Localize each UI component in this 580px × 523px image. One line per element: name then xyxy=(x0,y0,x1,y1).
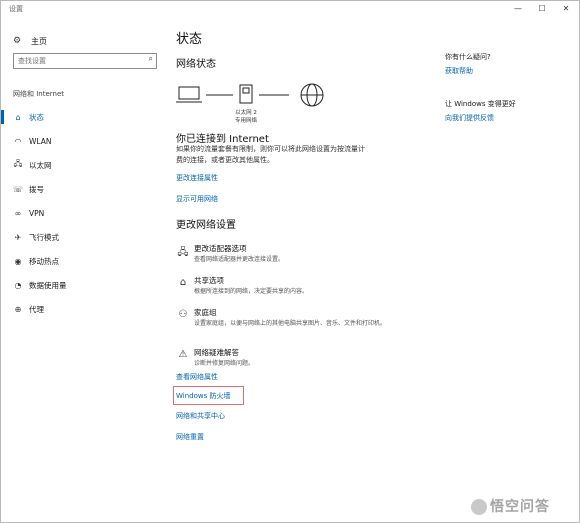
settings-window: 设置 — ☐ ✕ ⚙ 主页 ⌕ 网络和 Internet ⌂ 状态 ◠ WLAN… xyxy=(0,0,580,523)
sidebar-item-ethernet[interactable]: 🖧 以太网 xyxy=(11,153,167,177)
network-status-heading: 网络状态 xyxy=(176,59,216,70)
sidebar-item-label: WLAN xyxy=(29,136,52,146)
network-profile: 专用网络 xyxy=(235,116,258,124)
internet-globe-icon xyxy=(300,83,324,107)
window-title: 设置 xyxy=(9,5,23,13)
sidebar-item-vpn[interactable]: ∞ VPN xyxy=(11,201,167,225)
connected-desc-line1: 如果你的流量套餐有限制，则你可以将此网络设置为按流量计 xyxy=(176,145,365,153)
sidebar-home-label: 主页 xyxy=(31,36,47,46)
sidebar-item-wlan[interactable]: ◠ WLAN xyxy=(11,129,167,153)
computer-icon xyxy=(176,86,202,103)
option-desc: 设置家庭组，以便与网络上的其他电脑共享图片、音乐、文件和打印机。 xyxy=(194,320,387,327)
sidebar-item-label: VPN xyxy=(29,208,45,218)
sidebar-item-label: 状态 xyxy=(29,112,44,122)
network-diagram: 以太网 2 专用网络 xyxy=(176,83,324,124)
adapter-name: 以太网 2 xyxy=(235,108,257,116)
wifi-icon: ◠ xyxy=(14,136,22,146)
ethernet-adapter-icon xyxy=(239,84,253,104)
option-desc: 诊断并修复网络问题。 xyxy=(194,360,255,367)
get-help-link[interactable]: 获取帮助 xyxy=(445,66,473,76)
watermark-logo-icon xyxy=(471,499,487,515)
view-network-properties-link[interactable]: 查看网络属性 xyxy=(176,372,218,382)
sidebar-item-airplane[interactable]: ✈ 飞行模式 xyxy=(11,225,167,249)
sidebar-item-dialup[interactable]: ☏ 拨号 xyxy=(11,177,167,201)
airplane-icon: ✈ xyxy=(14,232,22,242)
search-input[interactable] xyxy=(18,55,136,66)
feedback-question: 让 Windows 变得更好 xyxy=(445,100,516,108)
option-title: 共享选项 xyxy=(194,276,224,285)
data-usage-icon: ◔ xyxy=(14,280,22,290)
sidebar-item-data-usage[interactable]: ◔ 数据使用量 xyxy=(11,273,167,297)
home-status-icon: ⌂ xyxy=(15,112,21,122)
close-button[interactable]: ✕ xyxy=(555,1,577,17)
option-adapter[interactable]: 🖧 更改适配器选项 查看网络适配器并更改连接设置。 xyxy=(176,243,436,273)
sidebar-item-label: 移动热点 xyxy=(29,256,59,266)
hotspot-icon: ◉ xyxy=(14,256,22,266)
adapter-icon: 🖧 xyxy=(177,247,189,258)
network-reset-link[interactable]: 网络重置 xyxy=(176,432,204,442)
change-settings-heading: 更改网络设置 xyxy=(176,220,236,231)
warning-icon: ⚠ xyxy=(178,349,188,360)
sidebar-item-hotspot[interactable]: ◉ 移动热点 xyxy=(11,249,167,273)
sidebar-section-label: 网络和 Internet xyxy=(13,90,65,98)
help-question: 你有什么疑问? xyxy=(445,53,491,61)
sidebar-item-proxy[interactable]: ⊕ 代理 xyxy=(11,297,167,321)
watermark: 悟空问答 xyxy=(471,496,550,516)
title-bar: 设置 — ☐ ✕ xyxy=(1,1,579,17)
globe-icon: ⊕ xyxy=(14,304,22,314)
change-connection-properties-link[interactable]: 更改连接属性 xyxy=(176,173,218,183)
give-feedback-link[interactable]: 向我们提供反馈 xyxy=(445,113,494,123)
search-box[interactable]: ⌕ xyxy=(13,53,157,69)
option-desc: 查看网络适配器并更改连接设置。 xyxy=(194,256,285,263)
search-icon[interactable]: ⌕ xyxy=(149,54,153,64)
sidebar: ⚙ 主页 ⌕ 网络和 Internet ⌂ 状态 ◠ WLAN 🖧 以太网 ☏ … xyxy=(1,17,167,522)
homegroup-icon: ⚇ xyxy=(178,309,188,320)
ethernet-icon: 🖧 xyxy=(13,159,23,168)
option-title: 家庭组 xyxy=(194,308,217,317)
vpn-icon: ∞ xyxy=(14,208,22,218)
option-desc: 根据所连接到的网络，决定要共享的内容。 xyxy=(194,288,309,295)
minimize-button[interactable]: — xyxy=(507,1,529,17)
phone-icon: ☏ xyxy=(12,184,23,194)
connected-desc-line2: 费的连接，或者更改其他属性。 xyxy=(176,156,274,164)
watermark-text: 悟空问答 xyxy=(490,499,550,515)
sharing-icon: ⌂ xyxy=(179,277,187,288)
gear-icon: ⚙ xyxy=(13,36,22,46)
maximize-button[interactable]: ☐ xyxy=(531,1,553,17)
page-title: 状态 xyxy=(176,32,203,47)
network-sharing-center-link[interactable]: 网络和共享中心 xyxy=(176,411,225,421)
option-title: 网络疑难解答 xyxy=(194,348,239,357)
windows-firewall-link[interactable]: Windows 防火墙 xyxy=(176,391,230,401)
sidebar-item-label: 以太网 xyxy=(29,160,52,170)
option-title: 更改适配器选项 xyxy=(194,244,247,253)
sidebar-item-label: 代理 xyxy=(29,304,44,314)
sidebar-item-label: 飞行模式 xyxy=(29,232,59,242)
sidebar-item-label: 数据使用量 xyxy=(29,280,67,290)
option-homegroup[interactable]: ⚇ 家庭组 设置家庭组，以便与网络上的其他电脑共享图片、音乐、文件和打印机。 xyxy=(176,307,436,337)
option-sharing[interactable]: ⌂ 共享选项 根据所连接到的网络，决定要共享的内容。 xyxy=(176,275,436,305)
sidebar-item-status[interactable]: ⌂ 状态 xyxy=(1,105,167,129)
sidebar-home[interactable]: ⚙ 主页 xyxy=(13,33,47,49)
sidebar-item-label: 拨号 xyxy=(29,184,44,194)
connected-heading: 你已连接到 Internet xyxy=(176,134,269,145)
sidebar-nav: ⌂ 状态 ◠ WLAN 🖧 以太网 ☏ 拨号 ∞ VPN ✈ 飞行模式 ◉ 移动… xyxy=(1,105,167,321)
show-available-networks-link[interactable]: 显示可用网络 xyxy=(176,194,218,204)
